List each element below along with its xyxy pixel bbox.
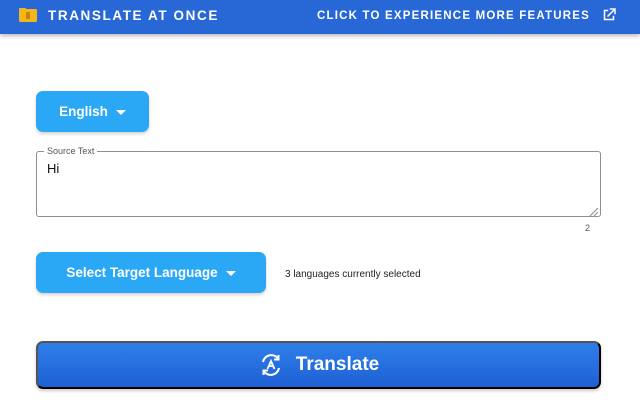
external-link-icon[interactable]: [600, 6, 618, 24]
target-language-label: Select Target Language: [66, 265, 218, 280]
source-language-label: English: [59, 104, 108, 119]
more-features-link[interactable]: CLICK TO EXPERIENCE MORE FEATURES: [317, 8, 590, 24]
character-count: 2: [584, 223, 590, 233]
source-text-value[interactable]: Hi: [47, 161, 59, 176]
translate-cycle-icon: [261, 354, 280, 376]
app-header: TRANSLATE AT ONCE CLICK TO EXPERIENCE MO…: [0, 0, 640, 34]
source-language-button[interactable]: English: [36, 91, 149, 132]
caret-down-icon: [225, 271, 236, 276]
selected-languages-status: 3 languages currently selected: [285, 269, 421, 280]
translate-button[interactable]: Translate: [36, 341, 601, 389]
translate-label: Translate: [295, 354, 380, 375]
caret-down-icon: [115, 110, 126, 115]
target-language-button[interactable]: Select Target Language: [36, 252, 266, 293]
resize-handle-icon[interactable]: [589, 207, 599, 217]
folder-icon: [19, 8, 37, 22]
source-text-field[interactable]: [36, 151, 601, 217]
source-text-label: Source Text: [44, 146, 98, 156]
app-title: TRANSLATE AT ONCE: [48, 8, 219, 23]
